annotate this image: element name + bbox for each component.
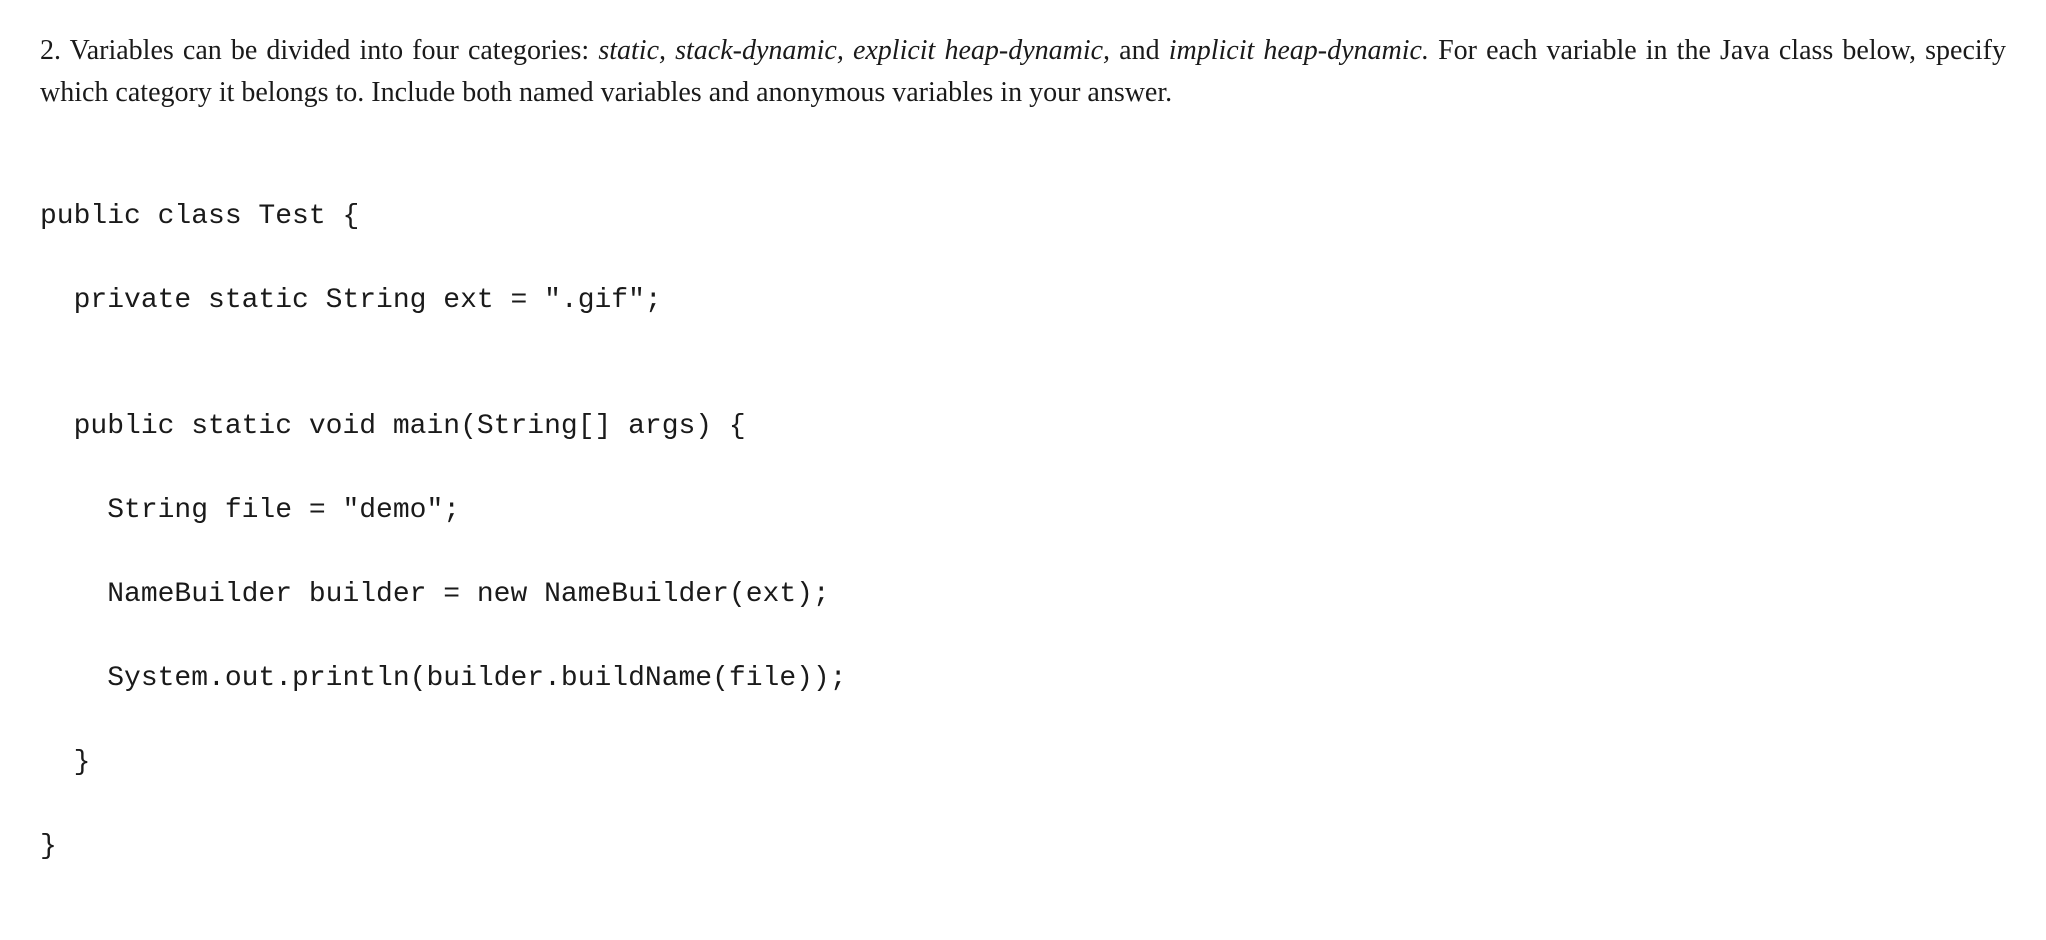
- code-line-4: public static void main(String[] args) {: [40, 406, 2006, 448]
- code-line-5: String file = "demo";: [40, 490, 2006, 532]
- code-line-1: public class Test {: [40, 196, 2006, 238]
- question-intro: Variables can be divided into four categ…: [61, 35, 598, 66]
- code-line-9: }: [40, 826, 2006, 868]
- category-static: static,: [598, 35, 666, 66]
- question-block: 2. Variables can be divided into four ca…: [40, 30, 2006, 114]
- text-and: and: [1110, 35, 1169, 66]
- code-line-7: System.out.println(builder.buildName(fil…: [40, 658, 2006, 700]
- code-block: public class Test { private static Strin…: [40, 154, 2006, 910]
- question-number: 2.: [40, 35, 61, 66]
- code-line-8: }: [40, 742, 2006, 784]
- code-line-2: private static String ext = ".gif";: [40, 280, 2006, 322]
- category-stack-dynamic: stack-dynamic,: [666, 35, 844, 66]
- category-implicit-heap: implicit heap-dynamic.: [1169, 35, 1429, 66]
- question-text: 2. Variables can be divided into four ca…: [40, 30, 2006, 114]
- code-line-6: NameBuilder builder = new NameBuilder(ex…: [40, 574, 2006, 616]
- category-explicit-heap: explicit heap-dynamic,: [844, 35, 1110, 66]
